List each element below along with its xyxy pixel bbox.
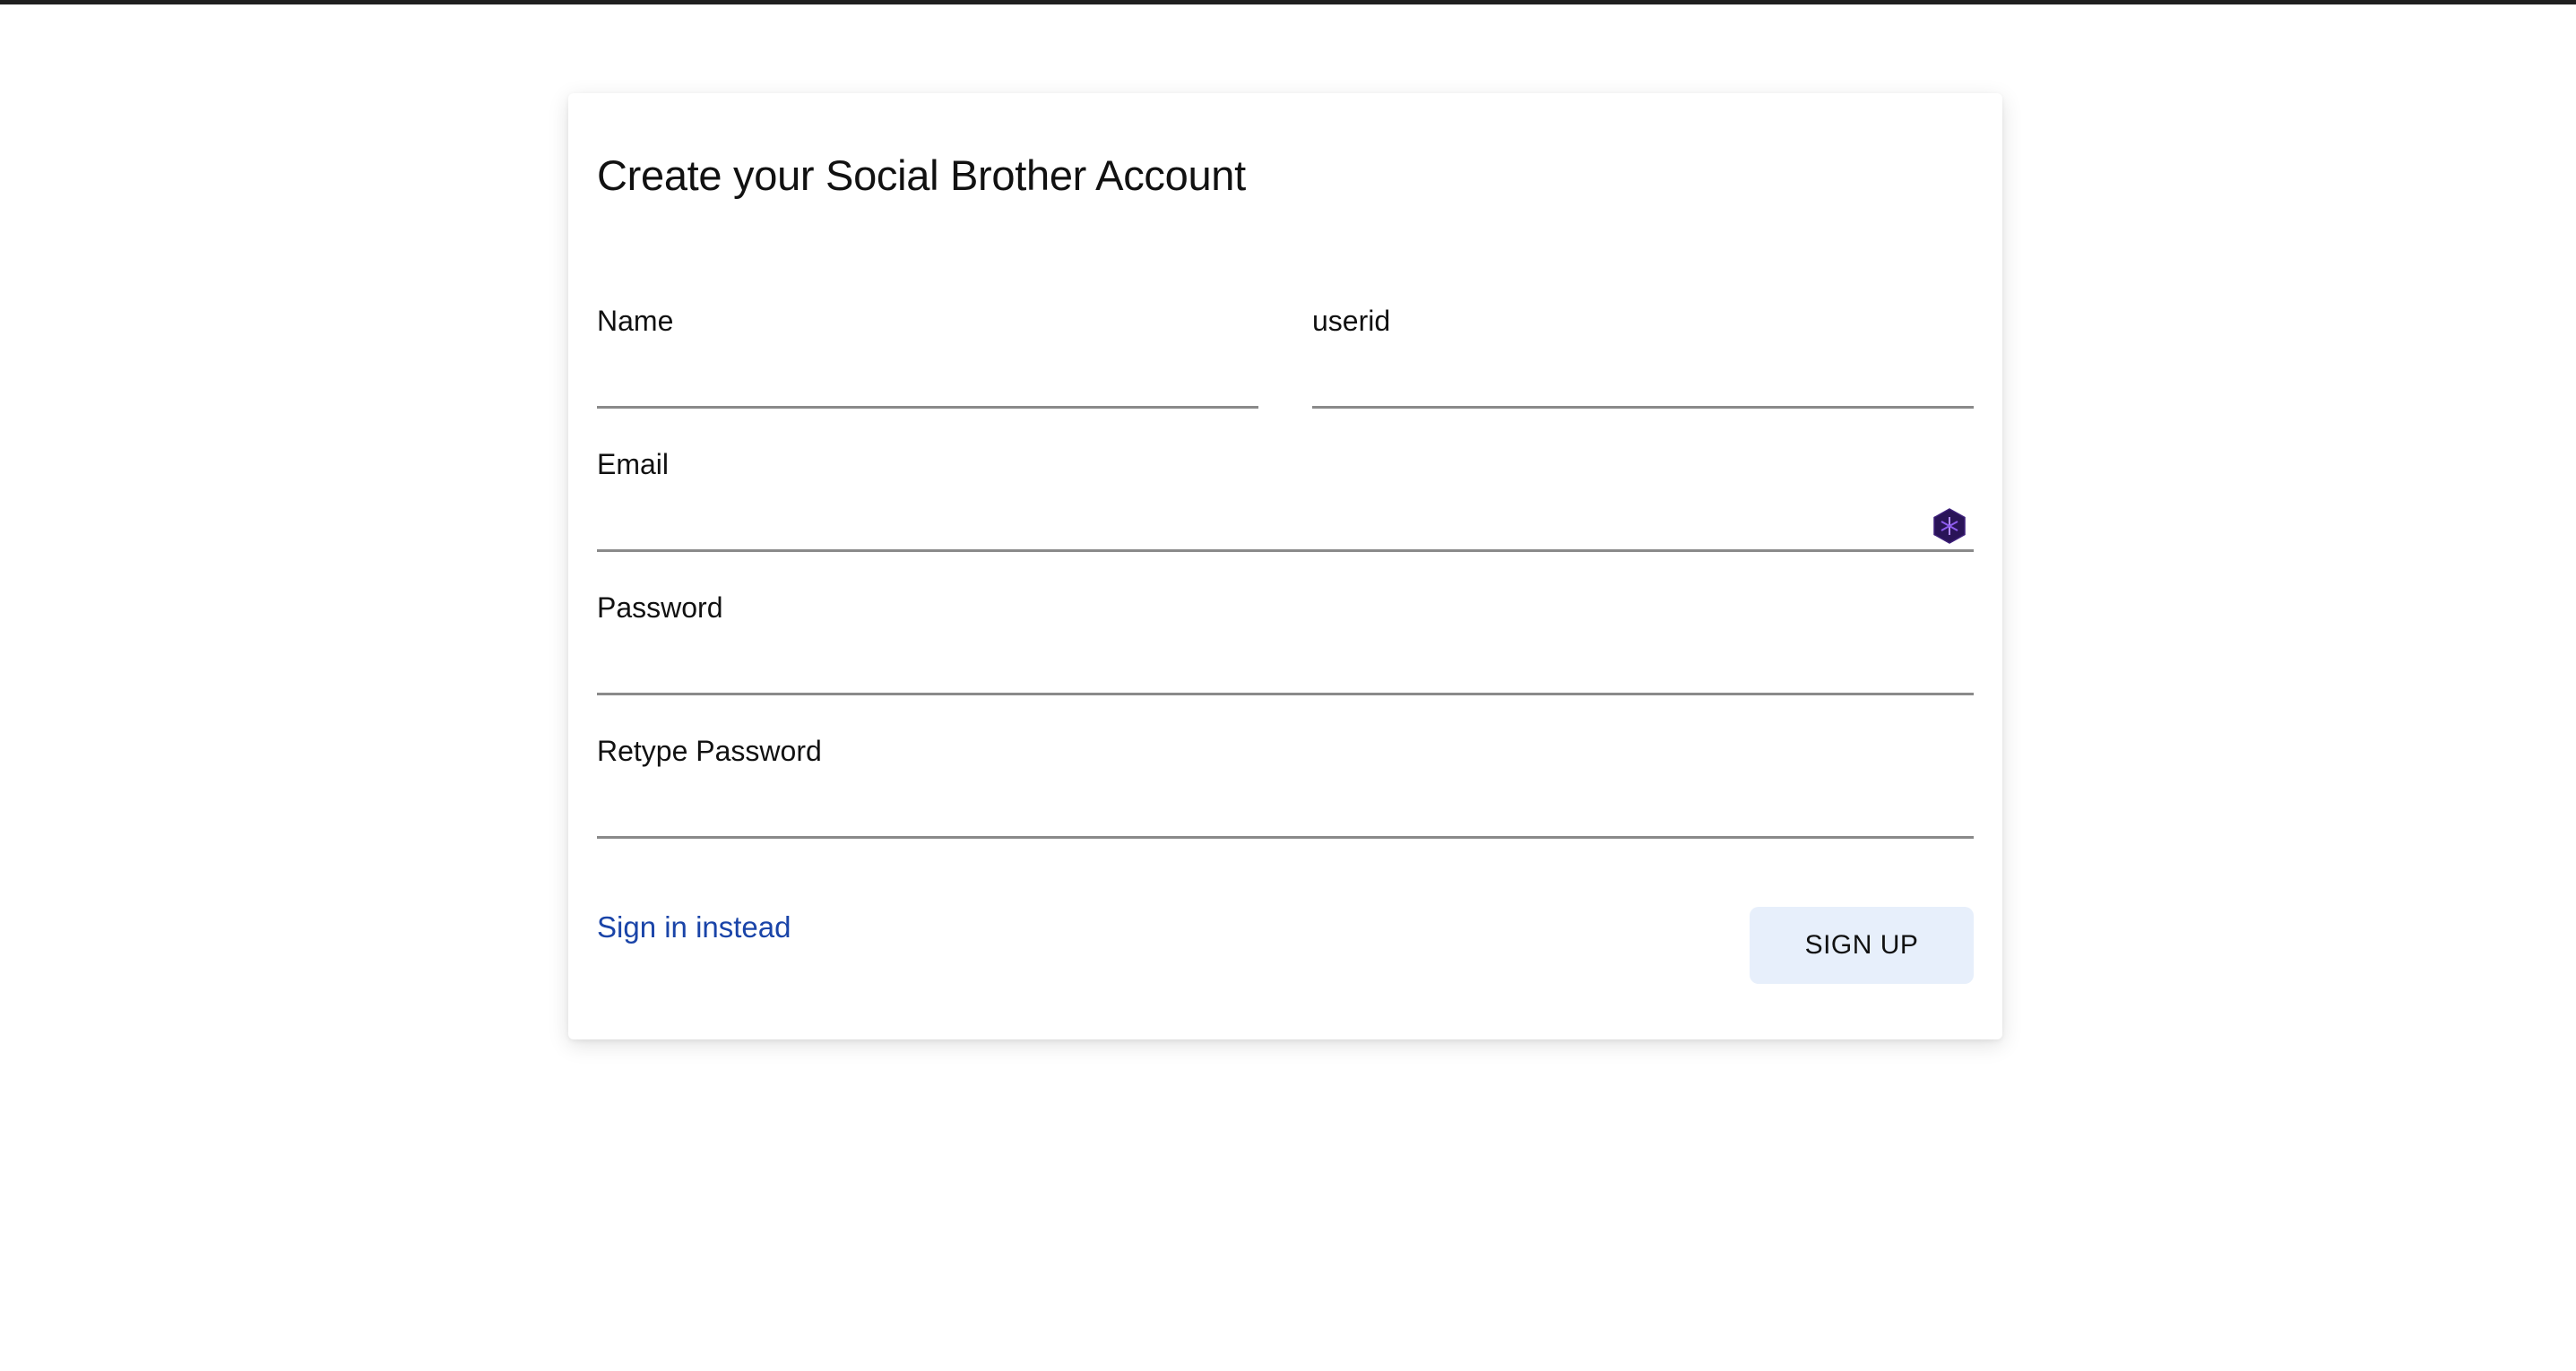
browser-top-edge: [0, 0, 2576, 4]
name-label: Name: [597, 305, 674, 337]
name-field-group: Name: [597, 306, 1258, 409]
sign-up-button[interactable]: SIGN UP: [1750, 907, 1974, 984]
page-title: Create your Social Brother Account: [597, 151, 1246, 199]
email-input[interactable]: [597, 502, 1974, 552]
email-label: Email: [597, 448, 670, 480]
password-field-group: Password: [597, 593, 1974, 695]
name-input[interactable]: [597, 358, 1258, 409]
userid-field-group: userid: [1312, 306, 1974, 409]
password-manager-icon[interactable]: [1931, 507, 1968, 545]
retype-password-field-group: Retype Password: [597, 737, 1974, 839]
password-input[interactable]: [597, 645, 1974, 695]
userid-label: userid: [1312, 305, 1391, 337]
signup-card: Create your Social Brother Account Name …: [568, 93, 2002, 1039]
sign-in-instead-link[interactable]: Sign in instead: [597, 910, 791, 944]
retype-password-input[interactable]: [597, 789, 1974, 839]
retype-password-label: Retype Password: [597, 735, 822, 767]
userid-input[interactable]: [1312, 358, 1974, 409]
email-field-group: Email: [597, 450, 1974, 552]
password-label: Password: [597, 591, 723, 624]
